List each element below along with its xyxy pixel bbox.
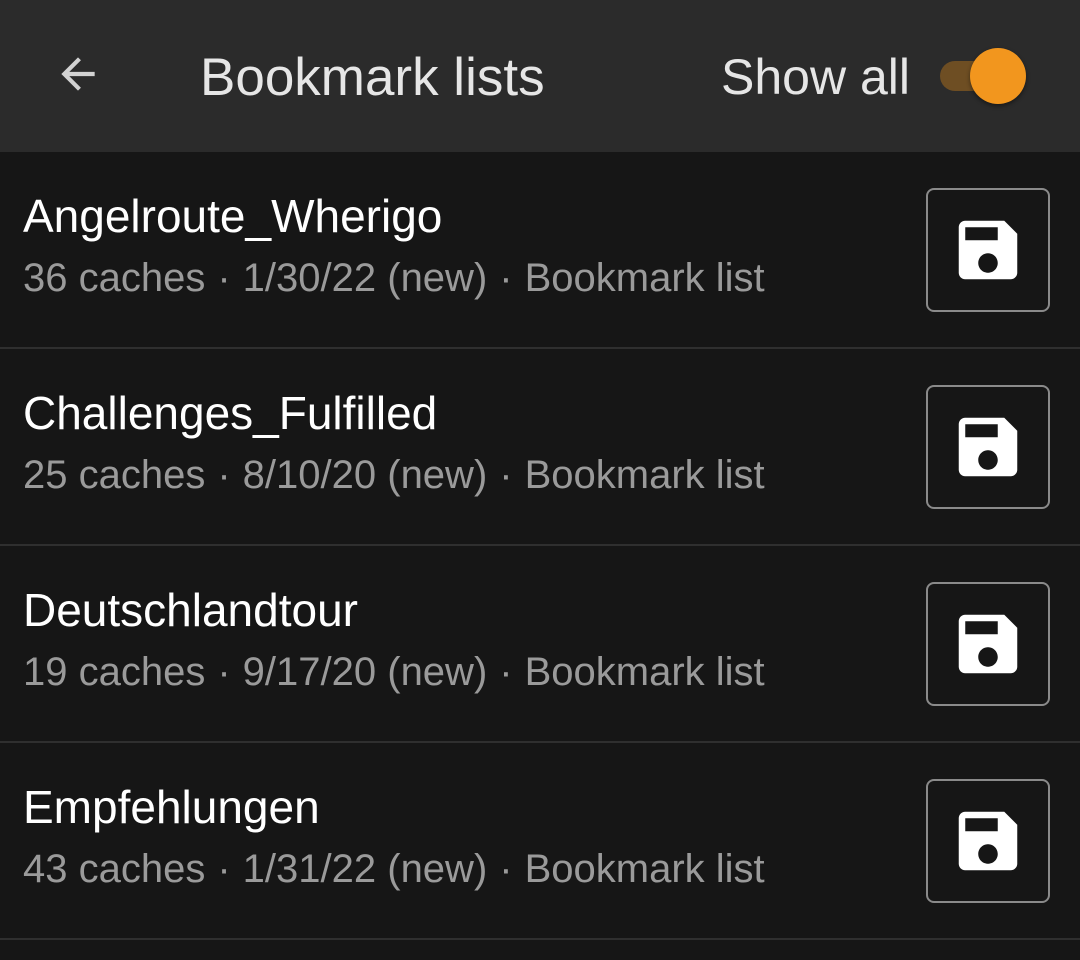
- meta-separator: ·: [217, 650, 231, 694]
- floppy-disk-icon: [958, 811, 1018, 871]
- list-date: 1/31/22 (new): [242, 847, 488, 891]
- bookmark-lists-screen: Bookmark lists Show all Angelroute_Wheri…: [0, 0, 1080, 960]
- list-item-name: Challenges_Fulfilled: [23, 387, 438, 439]
- floppy-disk-icon: [958, 220, 1018, 280]
- save-list-button[interactable]: [926, 779, 1050, 903]
- floppy-disk-icon: [958, 614, 1018, 674]
- cache-count: 25 caches: [23, 453, 206, 497]
- list-item[interactable]: Empfehlungen 43 caches · 1/31/22 (new) · Boo…: [0, 743, 1080, 940]
- back-button[interactable]: [40, 36, 116, 112]
- show-all-toggle[interactable]: [938, 48, 1028, 104]
- page-title: Bookmark lists: [200, 48, 545, 107]
- list-type: Bookmark list: [524, 256, 765, 300]
- list-type: Bookmark list: [524, 650, 765, 694]
- list-item[interactable]: Challenges_Fulfilled 25 caches · 8/10/20 (…: [0, 349, 1080, 546]
- meta-separator: ·: [499, 256, 513, 300]
- list-item[interactable]: Deutschlandtour 19 caches · 9/17/20 (new) ·…: [0, 546, 1080, 743]
- arrow-left-icon: [61, 57, 95, 91]
- save-list-button[interactable]: [926, 188, 1050, 312]
- bookmark-list: Angelroute_Wherigo 36 caches · 1/30/22 (ne…: [0, 152, 1080, 940]
- list-item-name: Angelroute_Wherigo: [23, 190, 443, 242]
- cache-count: 36 caches: [23, 256, 206, 300]
- list-type: Bookmark list: [524, 453, 765, 497]
- cache-count: 19 caches: [23, 650, 206, 694]
- list-item-meta: 19 caches · 9/17/20 (new) · Bookmark list: [23, 646, 765, 698]
- list-type: Bookmark list: [524, 847, 765, 891]
- list-item-meta: 36 caches · 1/30/22 (new) · Bookmark list: [23, 252, 765, 304]
- meta-separator: ·: [217, 453, 231, 497]
- save-list-button[interactable]: [926, 385, 1050, 509]
- meta-separator: ·: [499, 453, 513, 497]
- meta-separator: ·: [499, 650, 513, 694]
- meta-separator: ·: [217, 847, 231, 891]
- save-list-button[interactable]: [926, 582, 1050, 706]
- list-date: 8/10/20 (new): [242, 453, 488, 497]
- list-date: 1/30/22 (new): [242, 256, 488, 300]
- list-item-name: Deutschlandtour: [23, 584, 358, 636]
- list-item[interactable]: Angelroute_Wherigo 36 caches · 1/30/22 (ne…: [0, 152, 1080, 349]
- list-date: 9/17/20 (new): [242, 650, 488, 694]
- floppy-disk-icon: [958, 417, 1018, 477]
- toggle-thumb: [970, 48, 1026, 104]
- toolbar: Bookmark lists Show all: [0, 0, 1080, 152]
- meta-separator: ·: [217, 256, 231, 300]
- list-item-meta: 25 caches · 8/10/20 (new) · Bookmark list: [23, 449, 765, 501]
- show-all-label: Show all: [721, 49, 910, 105]
- list-item-meta: 43 caches · 1/31/22 (new) · Bookmark list: [23, 843, 765, 895]
- meta-separator: ·: [499, 847, 513, 891]
- list-item-name: Empfehlungen: [23, 781, 320, 833]
- cache-count: 43 caches: [23, 847, 206, 891]
